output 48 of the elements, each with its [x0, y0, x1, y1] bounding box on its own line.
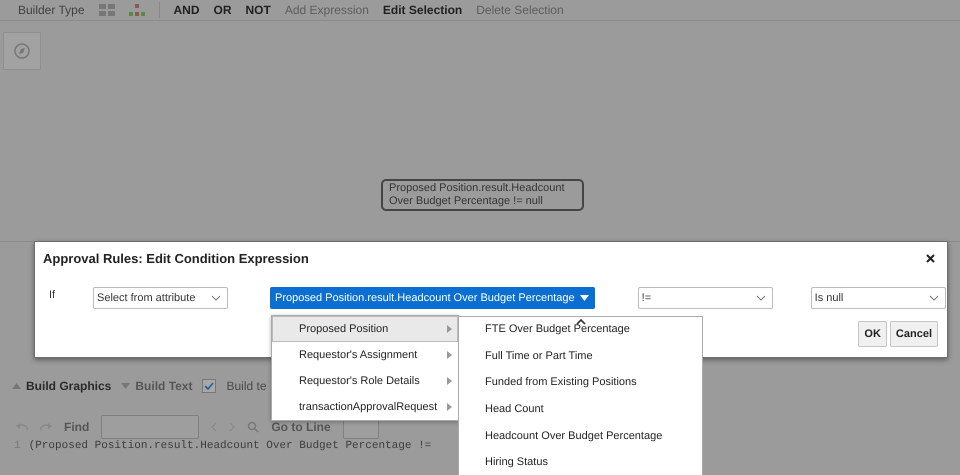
go-to-line-label: Go to Line [271, 420, 331, 434]
submenu-arrow-icon [447, 351, 452, 359]
close-icon [926, 254, 935, 263]
condition-node[interactable]: Proposed Position.result.Headcount Over Budget Percentage != null [381, 179, 584, 211]
submenu-arrow-icon [447, 403, 452, 411]
build-checkbox[interactable] [202, 379, 216, 393]
scroll-up-icon[interactable] [576, 319, 586, 325]
submenu-item[interactable]: Full Time or Part Time [459, 342, 702, 370]
submenu-item[interactable]: Head Count [459, 396, 702, 422]
find-label: Find [64, 420, 90, 434]
chevron-down-icon [928, 295, 939, 301]
menu-item[interactable]: transactionApprovalRequest [272, 394, 458, 420]
caret-icon [580, 295, 589, 301]
toolbar-button[interactable]: OR [214, 3, 232, 17]
select-field[interactable]: != [638, 287, 773, 309]
select-field[interactable]: Is null [810, 287, 946, 309]
triangle-down-icon [121, 383, 130, 389]
search-icon[interactable] [247, 421, 260, 433]
compass-button[interactable] [3, 32, 41, 70]
dialog-title: Approval Rules: Edit Condition Expression [43, 251, 309, 266]
submenu-arrow-icon [447, 377, 452, 385]
submenu-arrow-icon [447, 325, 452, 333]
submenu-item[interactable]: Funded from Existing Positions [459, 369, 702, 396]
if-label: If [49, 289, 56, 301]
tree-icon[interactable] [128, 4, 144, 16]
toolbar-button[interactable]: Edit Selection [382, 3, 462, 17]
triangle-up-icon [12, 383, 21, 389]
checkbox-label: Build te [226, 379, 267, 393]
builder-type-label: Builder Type [18, 3, 84, 17]
chevron-down-icon [211, 295, 221, 301]
menu-item[interactable]: Proposed Position [272, 316, 458, 342]
dialog-button[interactable]: Cancel [890, 321, 938, 347]
submenu-item[interactable]: Headcount Over Budget Percentage [459, 422, 702, 449]
find-field[interactable] [101, 415, 200, 439]
toolbar-button[interactable]: AND [174, 3, 200, 17]
grid-icon[interactable] [98, 4, 114, 16]
chevron-down-icon [756, 295, 766, 301]
submenu-item[interactable]: Hiring Status [459, 448, 702, 475]
menu-item[interactable]: Requestor's Assignment [272, 342, 458, 368]
toolbar-button[interactable]: NOT [246, 3, 271, 17]
build-tab[interactable]: Build Graphics [12, 379, 112, 393]
attribute-menu-button[interactable]: Proposed Position.result.Headcount Over Budget Percentage [270, 287, 595, 309]
code-line: (Proposed Position.result.Headcount Over Budget Percentage != [28, 440, 432, 452]
compass-icon [14, 43, 30, 59]
dialog-button[interactable]: OK [858, 321, 887, 347]
submenu-item[interactable]: FTE Over Budget Percentage [459, 316, 702, 343]
select-field[interactable]: Select from attribute [93, 287, 228, 309]
menu-item[interactable]: Requestor's Role Details [272, 368, 458, 394]
